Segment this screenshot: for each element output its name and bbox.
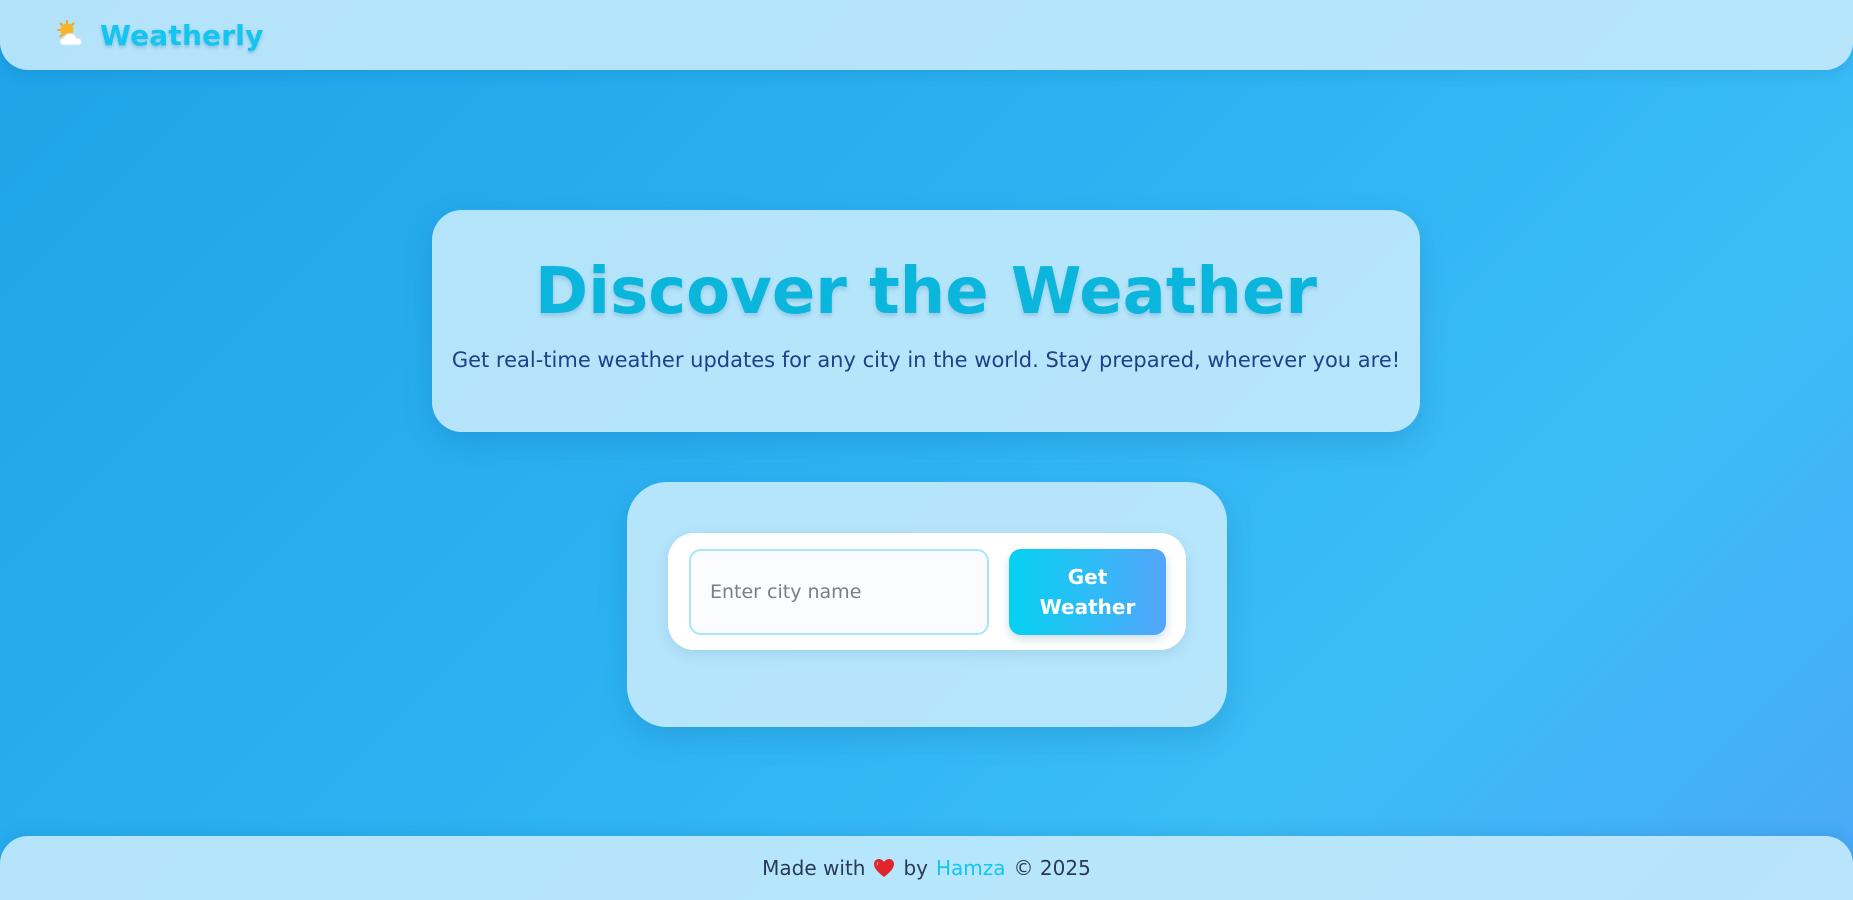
footer-by-text: by bbox=[903, 856, 929, 880]
footer-copyright: © 2025 bbox=[1013, 856, 1091, 880]
footer-made-with-text: Made with bbox=[762, 856, 866, 880]
hero-subtitle: Get real-time weather updates for any ci… bbox=[451, 347, 1401, 372]
brand-name: Weatherly bbox=[100, 18, 264, 52]
hero-card: Discover the Weather Get real-time weath… bbox=[432, 210, 1420, 432]
hero-title: Discover the Weather bbox=[535, 255, 1317, 329]
author-link[interactable]: Hamza bbox=[936, 856, 1006, 880]
search-form: Get Weather bbox=[668, 533, 1186, 650]
navbar: Weatherly bbox=[0, 0, 1853, 70]
heart-icon bbox=[873, 858, 895, 878]
get-weather-button[interactable]: Get Weather bbox=[1009, 549, 1166, 635]
sun-behind-cloud-icon bbox=[54, 18, 88, 52]
city-search-input[interactable] bbox=[689, 549, 989, 635]
search-panel: Get Weather bbox=[627, 482, 1227, 727]
footer: Made with by Hamza © 2025 bbox=[0, 836, 1853, 900]
brand[interactable]: Weatherly bbox=[54, 18, 264, 52]
